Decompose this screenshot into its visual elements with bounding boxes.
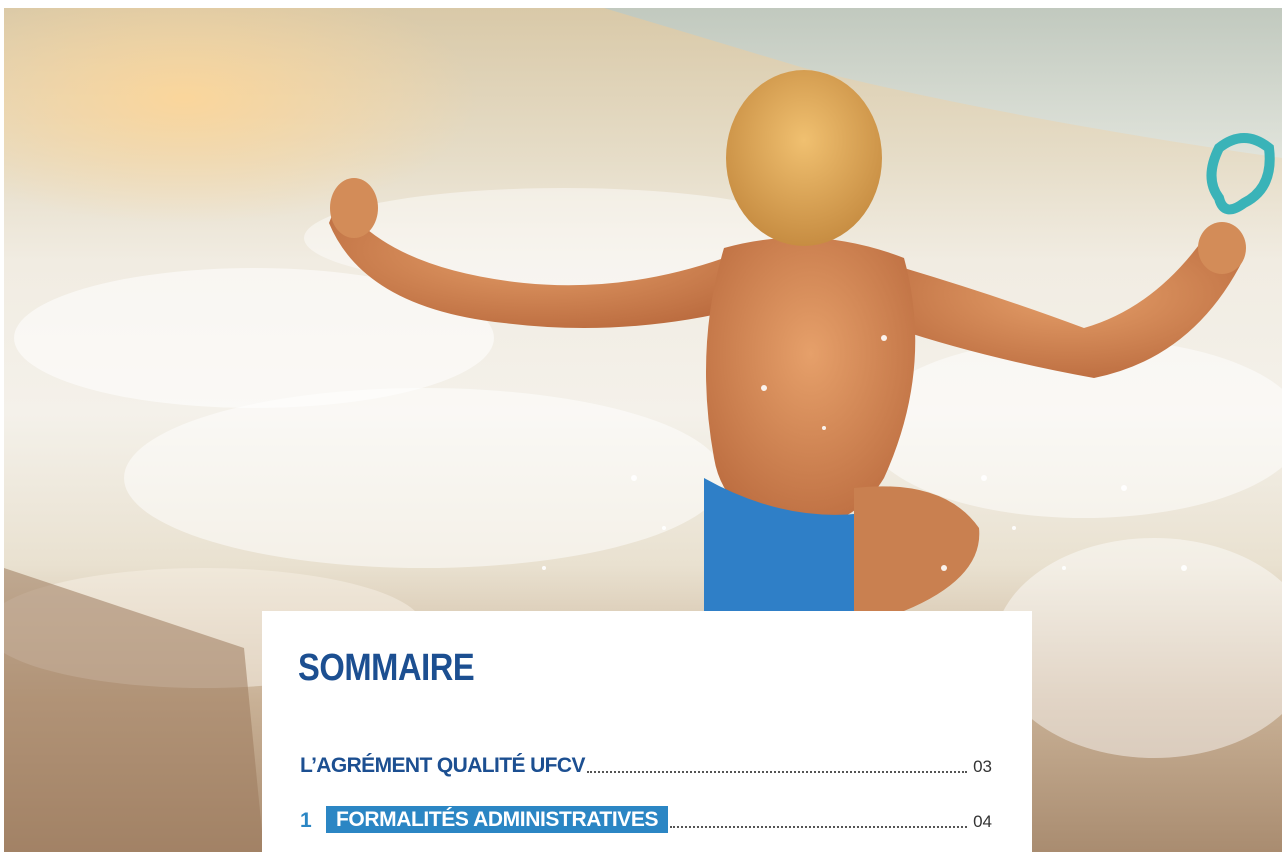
toc-dot-leader [670, 826, 968, 828]
table-of-contents-card: SOMMAIRE L’AGRÉMENT QUALITÉ UFCV 03 1 FO… [262, 611, 1032, 852]
toc-section-number: 1 [300, 809, 312, 832]
document-page: SOMMAIRE L’AGRÉMENT QUALITÉ UFCV 03 1 FO… [0, 0, 1282, 852]
toc-page-number: 03 [973, 757, 992, 776]
toc-page-number: 04 [973, 812, 992, 831]
toc-dot-leader [586, 771, 968, 773]
toc-title: SOMMAIRE [298, 647, 475, 689]
toc-entry-label: L’AGRÉMENT QUALITÉ UFCV [300, 754, 585, 777]
toc-section-label-highlight: FORMALITÉS ADMINISTRATIVES [326, 806, 669, 833]
toc-entry-agrement[interactable]: L’AGRÉMENT QUALITÉ UFCV 03 [300, 748, 992, 778]
toc-entry-formalites[interactable]: 1 FORMALITÉS ADMINISTRATIVES 04 [300, 803, 992, 833]
